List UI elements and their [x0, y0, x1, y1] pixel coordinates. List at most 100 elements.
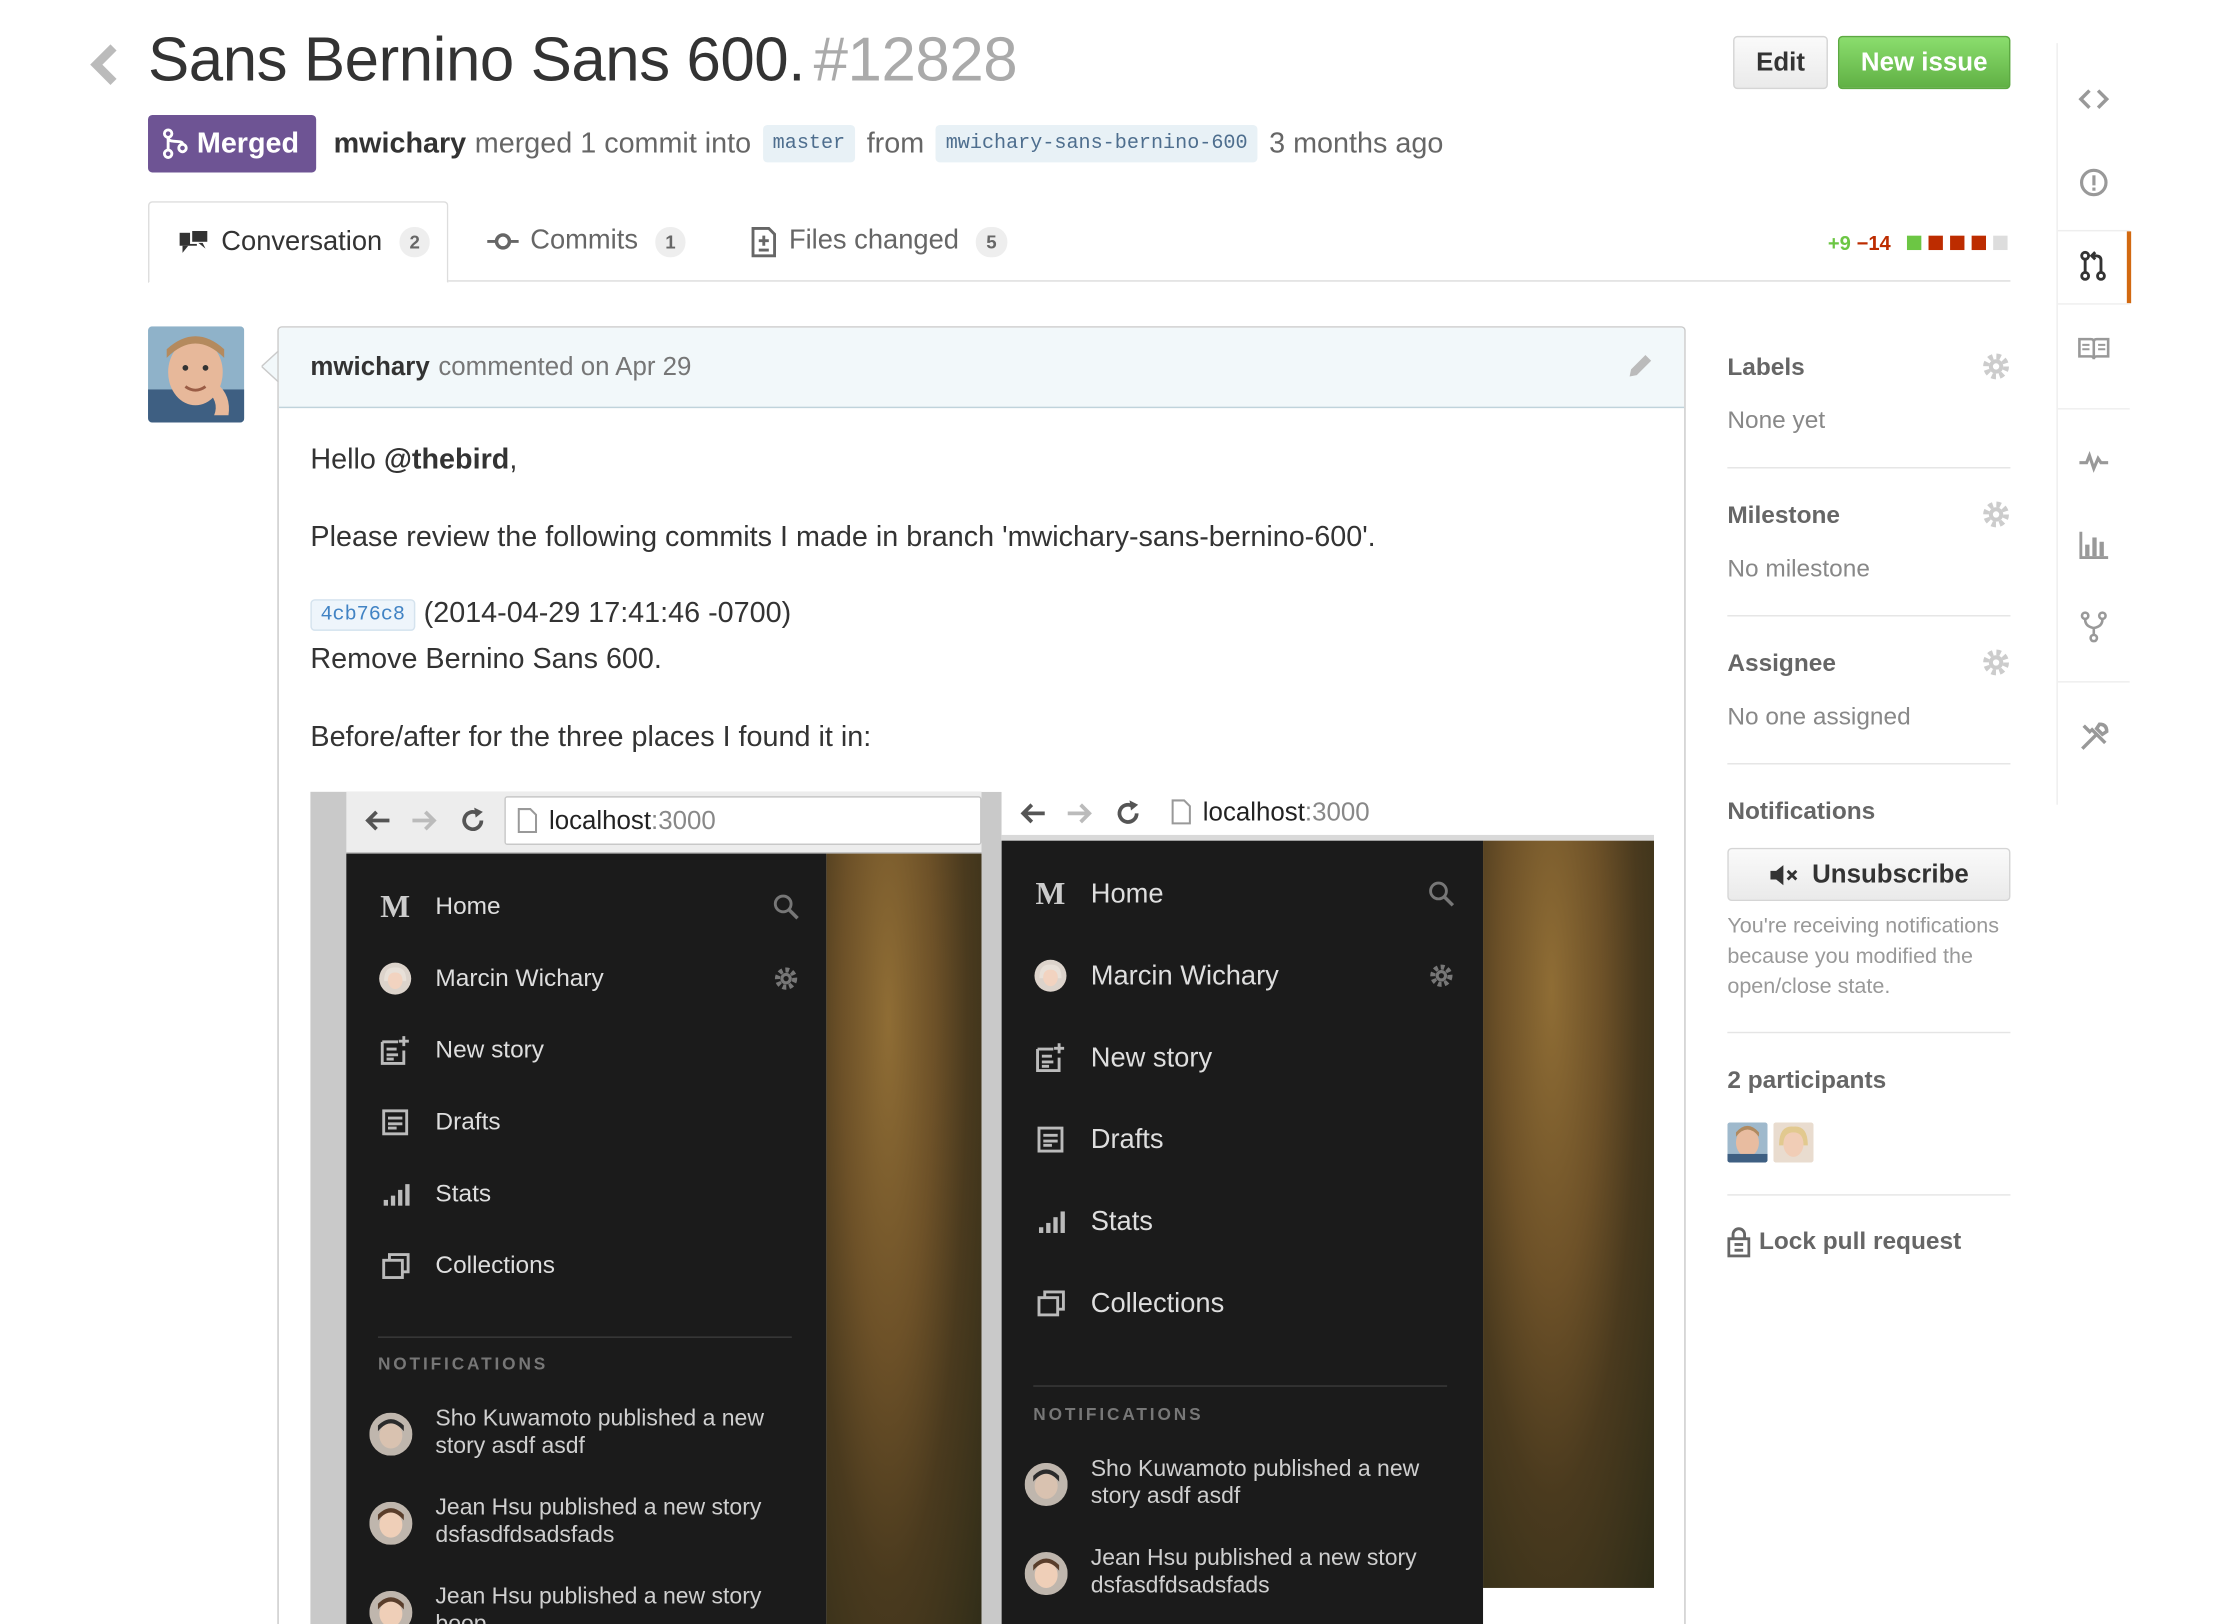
notification-line: story asdf asdf: [1090, 1484, 1241, 1509]
file-diff-icon: [751, 227, 777, 258]
drawer-nav-item[interactable]: M Home: [346, 885, 826, 928]
comment-timestamp[interactable]: commented on Apr 29: [438, 352, 691, 382]
pulse-icon[interactable]: [2078, 445, 2110, 477]
code-icon[interactable]: [2078, 83, 2110, 115]
notification-line: boop: [435, 1611, 761, 1624]
drawer-nav-label: New story: [1090, 1043, 1213, 1074]
comment-paragraph: Please review the following commits I ma…: [310, 521, 1376, 554]
tab-files-changed[interactable]: Files changed 5: [749, 201, 1007, 281]
gear-icon[interactable]: [1427, 961, 1456, 990]
diffstat[interactable]: +9 −14: [1827, 231, 2008, 255]
participant-avatar[interactable]: [1773, 1122, 1814, 1163]
url-host: localhost: [548, 805, 652, 835]
drawer-nav-label: New story: [435, 1036, 545, 1064]
author-avatar[interactable]: [148, 326, 245, 423]
drawer-nav-item[interactable]: New story: [346, 1029, 826, 1072]
commit-line: 4cb76c8 (2014-04-29 17:41:46 -0700): [310, 598, 791, 631]
tab-conversation-count: 2: [399, 227, 430, 258]
screenshot-after: localhost:3000 M Home Marcin Wichary New st…: [981, 791, 1655, 1624]
labels-gear-icon[interactable]: [1980, 351, 2012, 383]
drawer-nav-item[interactable]: Marcin Wichary: [1002, 954, 1483, 997]
search-icon[interactable]: [1427, 879, 1456, 908]
comment-author[interactable]: mwichary: [310, 352, 429, 382]
edit-pencil-icon[interactable]: [1624, 351, 1656, 383]
additions-count: +9: [1827, 231, 1851, 255]
pr-number: #12828: [813, 25, 1018, 95]
unsubscribe-label: Unsubscribe: [1812, 859, 1969, 889]
drawer-nav-item[interactable]: Drafts: [1002, 1118, 1483, 1161]
edit-button[interactable]: Edit: [1733, 35, 1828, 90]
rail-divider: [2057, 681, 2130, 683]
diffstat-block: [1992, 235, 2008, 251]
wiki-icon[interactable]: [2078, 333, 2110, 365]
milestone-gear-icon[interactable]: [1980, 499, 2012, 531]
drawer-nav-item[interactable]: M Home: [1002, 872, 1483, 915]
drawer-divider: [1033, 1385, 1448, 1387]
notification-line: Jean Hsu published a new story: [435, 1585, 762, 1610]
diffstat-block: [1906, 235, 1921, 251]
rail-divider: [2057, 303, 2130, 305]
divider: [1727, 1031, 2011, 1034]
unsubscribe-button[interactable]: Unsubscribe: [1727, 847, 2011, 902]
issue-icon[interactable]: [2078, 167, 2110, 199]
divider: [1727, 763, 2011, 765]
lock-icon: [1727, 1227, 1751, 1258]
graphs-icon[interactable]: [2078, 529, 2110, 561]
assignee-gear-icon[interactable]: [1980, 647, 2012, 679]
from-text: from: [866, 127, 925, 159]
new-story-icon: [1033, 1040, 1067, 1074]
notification-line: story asdf asdf: [435, 1434, 585, 1459]
back-chevron-icon[interactable]: [86, 43, 123, 86]
tab-commits[interactable]: Commits 1: [487, 201, 686, 281]
lock-pull-request-link[interactable]: Lock pull request: [1727, 1226, 1961, 1258]
new-issue-button[interactable]: New issue: [1837, 35, 2011, 90]
network-icon[interactable]: [2078, 611, 2110, 643]
commit-icon: [487, 233, 519, 250]
drawer-nav-item[interactable]: New story: [1002, 1036, 1483, 1079]
forward-arrow-icon: [1067, 803, 1092, 824]
merge-time: 3 months ago: [1269, 127, 1444, 159]
drawer-nav-label: Home: [435, 892, 501, 920]
notification-item[interactable]: Jean Hsu published a new story dsfasdfdsa…: [1091, 1545, 1417, 1600]
drawer-nav-label: Collections: [435, 1251, 555, 1279]
notification-item[interactable]: Jean Hsu published a new storyboop: [435, 1584, 761, 1624]
diffstat-block: [1949, 235, 1965, 251]
greeting-punct: ,: [509, 444, 518, 476]
tab-conversation[interactable]: Conversation 2: [148, 201, 449, 284]
drawer-nav-item[interactable]: Stats: [346, 1173, 826, 1216]
divider: [1727, 615, 2011, 617]
address-bar: localhost:3000: [1159, 791, 1655, 833]
assignee-heading: Assignee: [1727, 649, 1836, 677]
repo-nav-rail: [2056, 43, 2132, 805]
drawer-nav-label: Home: [1090, 879, 1164, 910]
gear-icon[interactable]: [772, 964, 801, 993]
notification-line: dsfasdfdsadsfads: [1090, 1573, 1270, 1598]
notifications-note: You're receiving notifications because y…: [1727, 913, 2000, 999]
notification-item[interactable]: Sho Kuwamoto published a new story asdf a…: [1091, 1456, 1420, 1511]
drawer-nav-item[interactable]: Drafts: [346, 1101, 826, 1144]
drawer-nav-item[interactable]: Collections: [346, 1244, 826, 1287]
labels-heading: Labels: [1727, 353, 1805, 381]
settings-icon[interactable]: [2078, 721, 2110, 753]
notification-item[interactable]: Jean Hsu published a new story dsfasdfdsa…: [435, 1495, 761, 1550]
drawer-nav-item[interactable]: Collections: [1002, 1282, 1483, 1325]
mention-link[interactable]: @thebird: [384, 444, 509, 476]
drawer-nav-item[interactable]: Stats: [1002, 1200, 1483, 1243]
assignee-value: No one assigned: [1727, 702, 1911, 731]
notification-item[interactable]: Sho Kuwamoto published a new story asdf a…: [435, 1405, 764, 1460]
participant-avatar[interactable]: [1727, 1122, 1768, 1163]
base-branch: master: [762, 125, 856, 163]
commit-sha-link[interactable]: 4cb76c8: [310, 599, 416, 631]
pr-author-link[interactable]: mwichary: [334, 127, 467, 160]
notification-avatar: [369, 1590, 413, 1624]
divider: [1727, 467, 2011, 469]
address-bar: localhost:3000: [504, 796, 982, 845]
pull-request-icon[interactable]: [2078, 250, 2110, 282]
background-photo: [826, 853, 982, 1624]
search-icon[interactable]: [772, 892, 801, 921]
reload-icon: [462, 807, 484, 832]
drawer-nav-item[interactable]: Marcin Wichary: [346, 957, 826, 1000]
diffstat-block: [1971, 235, 1986, 251]
tab-commits-count: 1: [655, 226, 686, 257]
browser-toolbar: localhost:3000: [346, 791, 982, 854]
